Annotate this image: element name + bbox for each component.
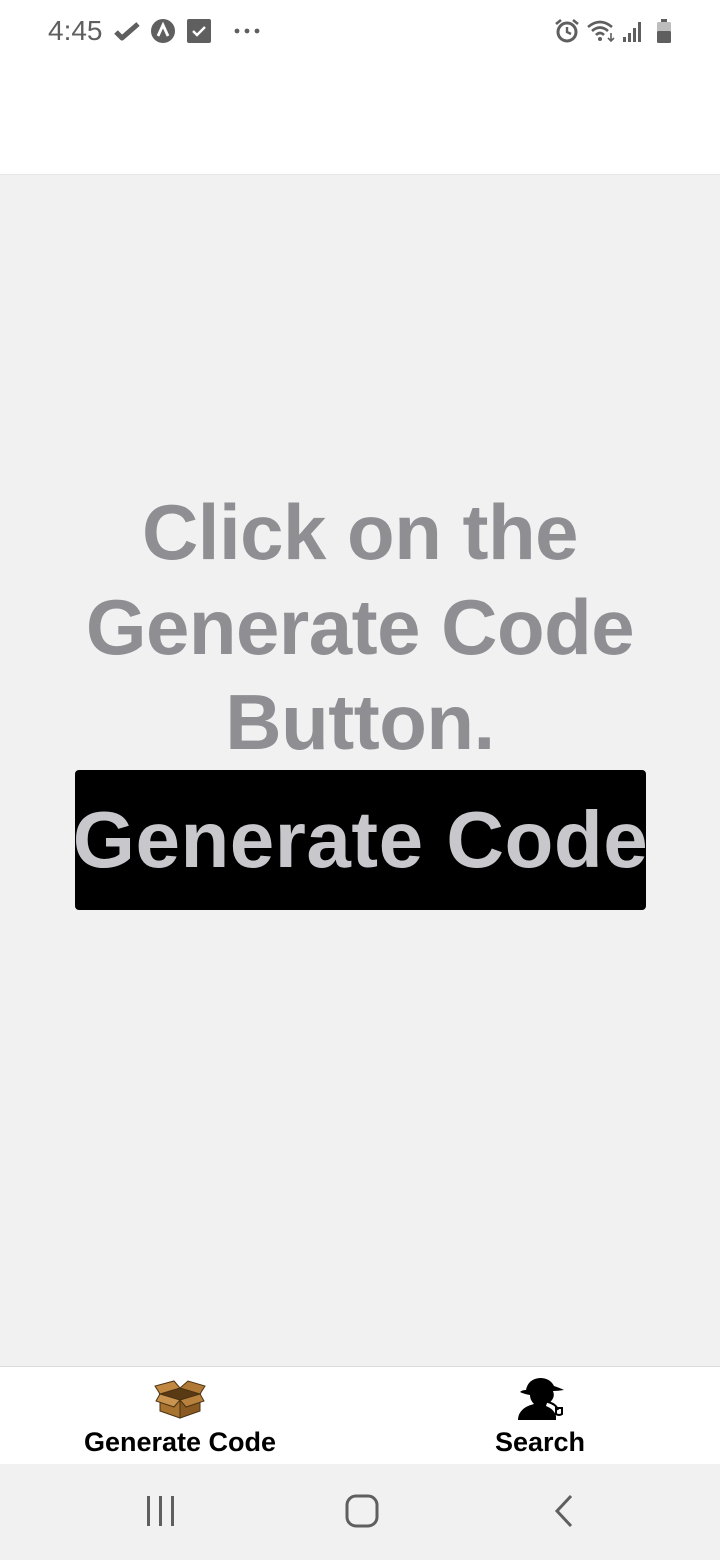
signal-icon (622, 19, 644, 43)
status-bar: 4:45 (0, 0, 720, 62)
recent-apps-icon (145, 1494, 177, 1533)
bottom-tab-bar: Generate Code Search (0, 1366, 720, 1465)
status-icons-right (554, 17, 672, 45)
wifi-icon (586, 19, 616, 43)
instruction-text: Click on the Generate Code Button. (85, 488, 635, 766)
status-time: 4:45 (48, 15, 103, 46)
box-icon (154, 1375, 206, 1423)
check-icon (114, 21, 140, 41)
back-button[interactable] (534, 1488, 594, 1538)
header-bar (0, 62, 720, 175)
detective-icon (512, 1375, 568, 1423)
app-screen: 4:45 Click on the Generate Code Button. … (0, 0, 720, 1560)
home-button[interactable] (332, 1488, 392, 1538)
alarm-icon (554, 18, 580, 44)
back-icon (553, 1494, 575, 1533)
checkbox-icon (186, 18, 212, 44)
battery-icon (656, 18, 672, 44)
main-content: Click on the Generate Code Button. Gener… (0, 175, 720, 1366)
generate-code-button[interactable]: Generate Code (72, 770, 649, 910)
tab-search[interactable]: Search (360, 1367, 720, 1465)
more-dots-icon (234, 27, 260, 35)
app-a-icon (150, 18, 176, 44)
generate-code-button-label: Generate Code (72, 795, 649, 884)
home-icon (345, 1494, 379, 1533)
tab-generate-code[interactable]: Generate Code (0, 1367, 360, 1465)
tab-search-label: Search (494, 1427, 586, 1457)
tab-generate-code-label: Generate Code (83, 1427, 277, 1457)
recent-apps-button[interactable] (131, 1488, 191, 1538)
system-nav-bar (0, 1464, 720, 1560)
status-icons-left (114, 17, 260, 45)
